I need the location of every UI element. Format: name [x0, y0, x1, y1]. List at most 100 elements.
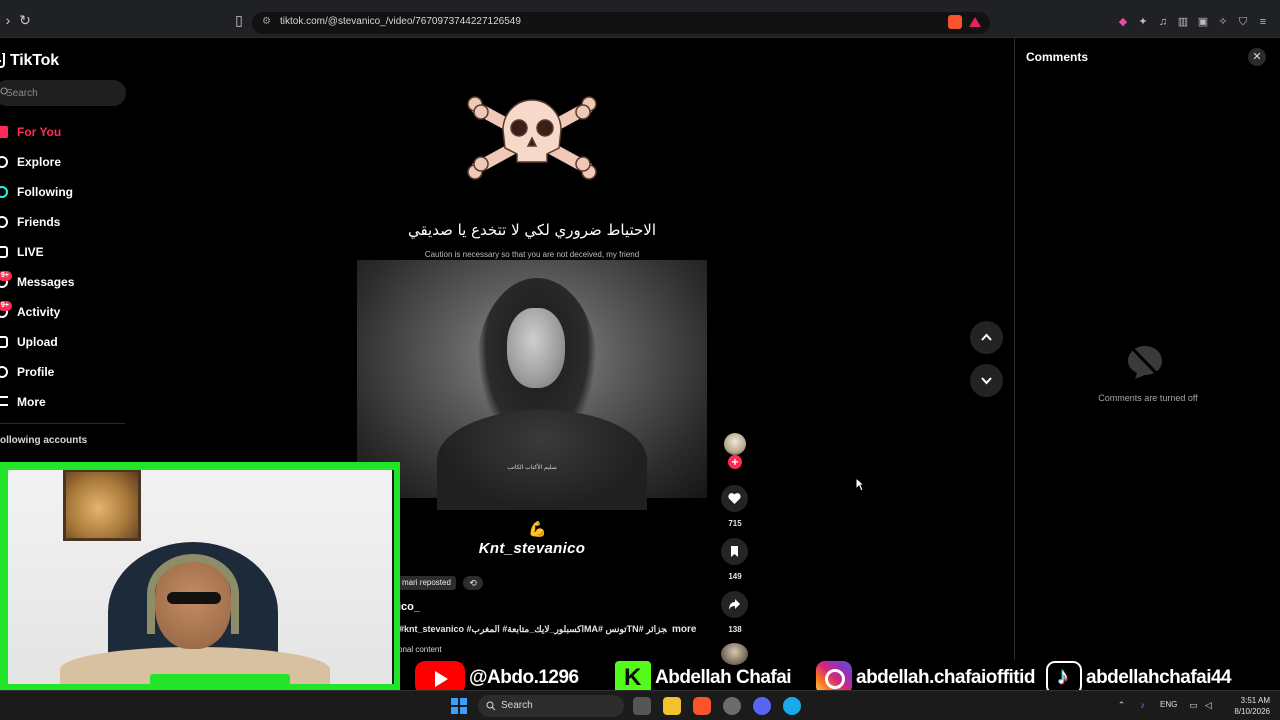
edge-icon[interactable]: [783, 697, 801, 715]
brave-browser-icon[interactable]: [693, 697, 711, 715]
profile-icon: [0, 366, 8, 378]
music-icon[interactable]: ♫: [1156, 15, 1170, 29]
video-watermark: سليم الأكتاب الكاتب: [507, 465, 557, 471]
sidebar-item-label: Explore: [17, 155, 62, 169]
menu-icon[interactable]: ≡: [1256, 15, 1270, 29]
close-comments-button[interactable]: ✕: [1248, 48, 1266, 66]
file-explorer-icon[interactable]: [663, 697, 681, 715]
more-link[interactable]: more: [672, 624, 696, 635]
previous-video-button[interactable]: [970, 321, 1003, 354]
clock-time: 3:51 AM: [1240, 696, 1270, 705]
language-indicator[interactable]: ENG: [1160, 700, 1177, 709]
comments-title: Comments: [1026, 50, 1089, 64]
clock[interactable]: 3:51 AM 8/10/2026: [1222, 695, 1270, 717]
sidebar-item-label: Messages: [17, 275, 75, 289]
sidebar-item-label: Following: [17, 185, 73, 199]
search-icon: [486, 701, 496, 711]
creator-avatar[interactable]: [724, 433, 746, 455]
microphone-icon[interactable]: ♪: [1137, 700, 1148, 711]
comments-off-icon: [1128, 345, 1162, 379]
sidebar-item-activity[interactable]: 9+ Activity: [0, 301, 130, 323]
taskbar-search[interactable]: Search: [478, 695, 624, 717]
following-avatar-icon: [0, 186, 8, 198]
webcam-overlay: [0, 462, 400, 692]
bookmark-count: 149: [728, 572, 742, 581]
video-player[interactable]: الاحتياط ضروري لكي لا تتخدع يا صديقي Cau…: [357, 38, 707, 510]
search-box[interactable]: [0, 80, 126, 106]
sidebar-item-label: Upload: [17, 335, 58, 349]
reload-icon[interactable]: ↻: [17, 12, 33, 28]
sidebar-divider: [0, 423, 125, 424]
sidebar-item-more[interactable]: More: [0, 391, 130, 413]
home-icon: [0, 126, 8, 138]
discord-icon[interactable]: [753, 697, 771, 715]
sidebar-item-for-you[interactable]: For You: [0, 121, 130, 143]
steam-icon[interactable]: [723, 697, 741, 715]
bookmark-button[interactable]: [721, 538, 748, 565]
video-caption-arabic: الاحتياط ضروري لكي لا تتخدع يا صديقي: [407, 221, 657, 239]
like-button[interactable]: [721, 485, 748, 512]
extension-icon[interactable]: ◆: [1116, 15, 1130, 29]
more-icon: [0, 396, 8, 406]
sidebar-item-label: Activity: [17, 305, 61, 319]
repost-icon[interactable]: ⟲: [463, 576, 483, 590]
heart-icon: [728, 493, 741, 504]
clock-date: 8/10/2026: [1234, 707, 1270, 716]
tiktok-handle-text: abdellahchafai44: [1085, 666, 1233, 689]
chevron-up-icon: [981, 333, 992, 341]
flexed-arm-emoji: 💪: [528, 521, 547, 538]
bookmark-icon: [731, 546, 738, 557]
following-accounts-header: ollowing accounts: [0, 435, 88, 446]
wallet-icon[interactable]: ▣: [1196, 15, 1210, 29]
comments-off-message: Comments are turned off: [1098, 393, 1198, 403]
task-view-icon[interactable]: [633, 697, 651, 715]
puzzle-icon[interactable]: ✦: [1136, 15, 1150, 29]
search-input[interactable]: [6, 84, 116, 102]
sidebar-item-profile[interactable]: Profile: [0, 361, 130, 383]
forward-icon[interactable]: ›: [0, 12, 16, 28]
sidebar-item-upload[interactable]: Upload: [0, 331, 130, 353]
tray-chevron-icon[interactable]: ⌃: [1116, 700, 1127, 711]
brave-shield-icon[interactable]: [948, 15, 962, 29]
site-settings-icon[interactable]: ⚙: [262, 16, 274, 28]
chevron-down-icon: [981, 377, 992, 385]
sidebar-item-explore[interactable]: Explore: [0, 151, 130, 173]
volume-icon[interactable]: ◁: [1203, 700, 1214, 711]
video-username-overlay: Knt_stevanico: [478, 540, 586, 557]
windows-taskbar: Search ⌃ ♪ ENG ▭ ◁ 3:51 AM 8/10/2026: [0, 690, 1280, 720]
video-frame-image: سليم الأكتاب الكاتب: [357, 260, 707, 510]
leo-icon[interactable]: ✧: [1216, 15, 1230, 29]
sidebar-item-label: LIVE: [17, 245, 44, 259]
repost-label[interactable]: mari reposted: [397, 576, 456, 590]
promotional-content-label: onal content: [398, 645, 442, 654]
skull-crossbones-icon: [467, 96, 597, 180]
like-count: 715: [728, 519, 742, 528]
brave-rewards-icon[interactable]: [968, 15, 982, 29]
url-text[interactable]: tiktok.com/@stevanico_/video/76709737442…: [280, 16, 521, 27]
tiktok-logo[interactable]: TikTok: [0, 52, 59, 70]
share-button[interactable]: [721, 591, 748, 618]
upload-icon: [0, 336, 8, 348]
compass-icon: [0, 156, 8, 168]
bookmark-icon[interactable]: ▯: [231, 12, 247, 28]
sidebar-icon[interactable]: ▥: [1176, 15, 1190, 29]
video-caption-english: Caution is necessary so that you are not…: [424, 250, 640, 259]
follow-button[interactable]: +: [728, 455, 742, 469]
share-count: 138: [728, 625, 742, 634]
windows-start-icon[interactable]: [451, 698, 467, 714]
sidebar-item-label: For You: [17, 125, 62, 139]
sidebar-item-following[interactable]: Following: [0, 181, 130, 203]
address-bar[interactable]: ⚙ tiktok.com/@stevanico_/video/767097374…: [252, 12, 990, 34]
post-hashtags[interactable]: #knt_stevanico #اكسبلور_لايك_متابعة# الم…: [399, 624, 667, 635]
network-icon[interactable]: ▭: [1188, 700, 1199, 711]
activity-badge: 9+: [0, 301, 12, 311]
sidebar-item-live[interactable]: LIVE: [0, 241, 130, 263]
vpn-icon[interactable]: ⛉: [1236, 15, 1250, 29]
sidebar-item-friends[interactable]: Friends: [0, 211, 130, 233]
sidebar-item-label: More: [17, 395, 46, 409]
tiktok-logo-icon: [0, 53, 5, 68]
tiktok-sidebar: TikTok For You Explore Following Friends…: [0, 38, 135, 468]
next-video-button[interactable]: [970, 364, 1003, 397]
author-handle[interactable]: ico_: [398, 601, 420, 613]
sidebar-item-messages[interactable]: 9+ Messages: [0, 271, 130, 293]
